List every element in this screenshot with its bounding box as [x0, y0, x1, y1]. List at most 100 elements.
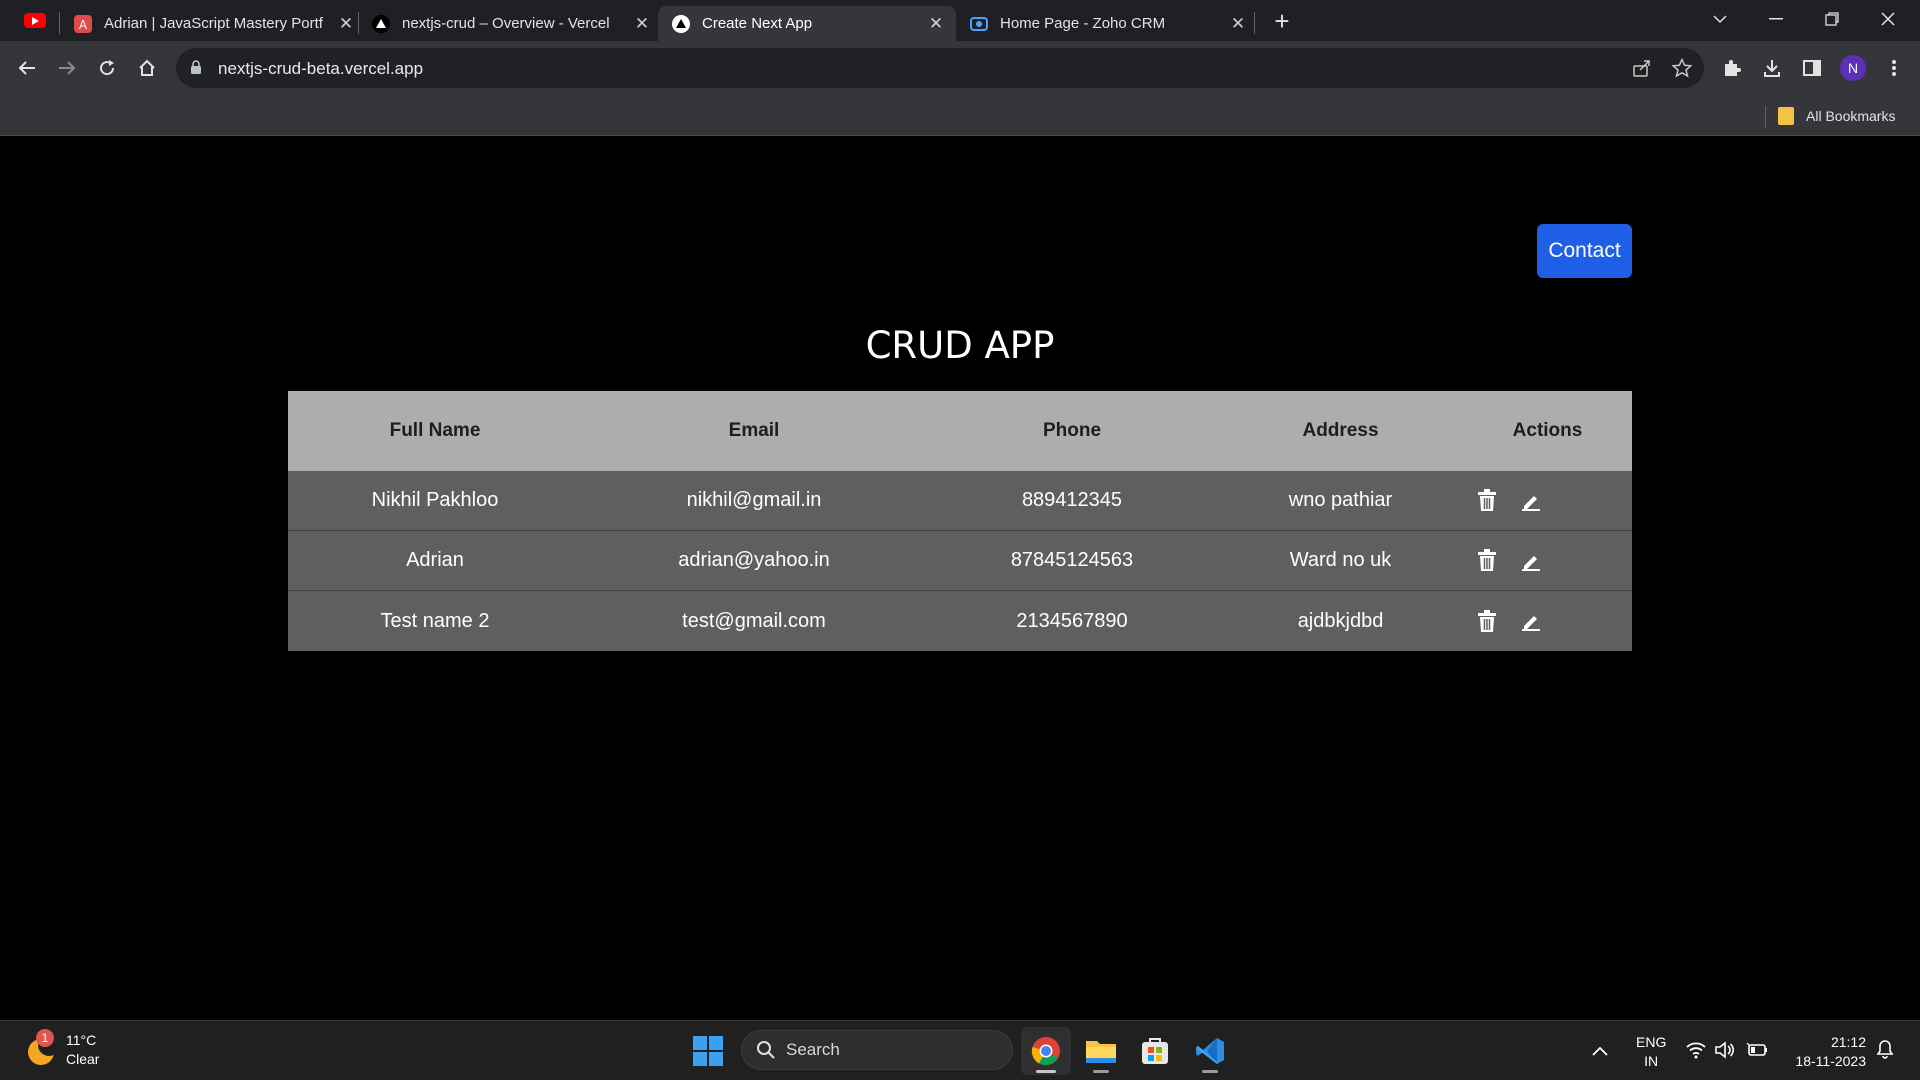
close-tab-icon[interactable]: ✕	[1228, 14, 1248, 34]
tab-separator	[358, 12, 359, 34]
more-menu-icon[interactable]	[1880, 54, 1908, 82]
close-tab-icon[interactable]: ✕	[336, 14, 356, 34]
minimize-button[interactable]	[1748, 0, 1804, 38]
weather-condition: Clear	[66, 1051, 100, 1067]
weather-temp: 11°C	[66, 1032, 97, 1048]
profile-avatar[interactable]: N	[1840, 55, 1866, 81]
share-icon[interactable]	[1632, 58, 1652, 78]
windows-taskbar: 1 11°C Clear Search ENG IN 21:12 18-11-2…	[0, 1020, 1920, 1080]
taskbar-vscode[interactable]	[1185, 1027, 1235, 1075]
delete-trash-icon[interactable]	[1474, 488, 1500, 514]
download-icon[interactable]	[1758, 54, 1786, 82]
header-actions: Actions	[1512, 420, 1583, 441]
cell-full-name: Test name 2	[380, 609, 490, 632]
home-button[interactable]	[132, 53, 162, 83]
taskbar-search[interactable]: Search	[741, 1030, 1013, 1070]
system-clock[interactable]: 21:12 18-11-2023	[1782, 1033, 1866, 1071]
folder-icon	[1086, 1041, 1116, 1063]
running-indicator	[1036, 1070, 1056, 1073]
tab-adrian-portfolio[interactable]: A Adrian | JavaScript Mastery Portf ✕	[74, 6, 356, 41]
edit-pencil-icon[interactable]	[1518, 488, 1544, 514]
windows-start-icon[interactable]	[693, 1036, 723, 1066]
chrome-icon	[1031, 1037, 1060, 1066]
clock-time: 21:12	[1830, 1034, 1866, 1050]
search-icon	[756, 1040, 776, 1060]
battery-icon[interactable]	[1746, 1042, 1768, 1063]
delete-trash-icon[interactable]	[1474, 608, 1500, 634]
store-icon	[1142, 1038, 1168, 1064]
side-panel-icon[interactable]	[1798, 54, 1826, 82]
edit-pencil-icon[interactable]	[1518, 548, 1544, 574]
all-bookmarks-button[interactable]: All Bookmarks	[1778, 104, 1895, 128]
header-full-name: Full Name	[389, 420, 481, 441]
header-phone: Phone	[1042, 420, 1102, 441]
cell-address: wno pathiar	[1288, 489, 1393, 511]
vscode-icon	[1196, 1038, 1224, 1064]
wifi-icon[interactable]	[1686, 1041, 1706, 1064]
all-bookmarks-label: All Bookmarks	[1806, 108, 1896, 124]
tab-title: Adrian | JavaScript Mastery Portf	[104, 15, 323, 32]
new-tab-button[interactable]: +	[1270, 6, 1294, 36]
cell-email: nikhil@gmail.in	[686, 489, 822, 511]
lang-line1: ENG	[1636, 1034, 1667, 1050]
lock-icon[interactable]	[190, 60, 202, 80]
cell-full-name: Adrian	[406, 549, 464, 571]
tab-create-next-app[interactable]: Create Next App ✕	[658, 6, 956, 41]
weather-widget[interactable]: 1 11°C Clear	[24, 1029, 100, 1069]
tab-vercel-overview[interactable]: nextjs-crud – Overview - Vercel ✕	[372, 6, 652, 41]
vercel-triangle-icon	[672, 14, 690, 33]
tab-title: Home Page - Zoho CRM	[1000, 15, 1166, 32]
browser-toolbar: nextjs-crud-beta.vercel.app N	[0, 41, 1920, 96]
vercel-triangle-icon	[372, 14, 390, 33]
restore-button[interactable]	[1804, 0, 1860, 38]
tab-zoho-crm[interactable]: Home Page - Zoho CRM ✕	[970, 6, 1248, 41]
back-button[interactable]	[12, 53, 42, 83]
cell-phone: 2134567890	[1016, 609, 1128, 632]
tab-search-chevron-icon[interactable]	[1692, 0, 1748, 38]
svg-text:A: A	[79, 18, 88, 32]
delete-trash-icon[interactable]	[1474, 548, 1500, 574]
youtube-icon[interactable]	[24, 13, 46, 28]
tab-strip: A Adrian | JavaScript Mastery Portf ✕ ne…	[0, 0, 1920, 41]
search-label: Search	[786, 1040, 840, 1059]
table-row: Nikhil Pakhloo nikhil@gmail.in 889412345…	[288, 471, 1632, 531]
volume-icon[interactable]	[1714, 1041, 1735, 1064]
contact-button[interactable]: Contact	[1537, 224, 1632, 278]
taskbar-store[interactable]	[1130, 1027, 1180, 1075]
url-text[interactable]: nextjs-crud-beta.vercel.app	[218, 59, 423, 79]
table-header: Full Name Email Phone Address Actions	[288, 391, 1632, 471]
edit-pencil-icon[interactable]	[1518, 608, 1544, 634]
language-indicator[interactable]: ENG IN	[1636, 1033, 1666, 1071]
cell-phone: 87845124563	[1010, 549, 1134, 571]
close-window-button[interactable]	[1860, 0, 1916, 38]
cell-email: adrian@yahoo.in	[678, 549, 830, 571]
taskbar-chrome[interactable]	[1021, 1027, 1071, 1075]
address-bar[interactable]: nextjs-crud-beta.vercel.app	[176, 48, 1704, 88]
close-tab-icon[interactable]: ✕	[926, 14, 946, 34]
close-tab-icon[interactable]: ✕	[632, 14, 652, 34]
table-row: Adrian adrian@yahoo.in 87845124563 Ward …	[288, 531, 1632, 591]
show-hidden-icons-chevron-icon[interactable]	[1592, 1043, 1608, 1061]
running-indicator	[1202, 1070, 1218, 1073]
cell-actions	[1463, 608, 1632, 634]
bookmark-star-icon[interactable]	[1671, 57, 1693, 78]
portfolio-favicon-icon: A	[74, 14, 92, 33]
header-email: Email	[728, 420, 780, 441]
taskbar-file-explorer[interactable]	[1076, 1027, 1126, 1075]
reload-button[interactable]	[92, 53, 122, 83]
running-indicator	[1093, 1070, 1109, 1073]
bookmarks-separator	[1765, 106, 1766, 128]
extensions-puzzle-icon[interactable]	[1718, 54, 1746, 82]
header-address: Address	[1302, 420, 1379, 441]
forward-button[interactable]	[52, 53, 82, 83]
bookmarks-bar: All Bookmarks	[0, 96, 1920, 136]
cell-full-name: Nikhil Pakhloo	[371, 489, 499, 511]
table-row: Test name 2 test@gmail.com 2134567890 aj…	[288, 591, 1632, 651]
tab-separator	[1254, 12, 1255, 34]
tab-title: nextjs-crud – Overview - Vercel	[402, 15, 610, 32]
lang-line2: IN	[1644, 1053, 1659, 1069]
cell-address: Ward no uk	[1289, 549, 1392, 571]
page-content: Contact CRUD APP Full Name Email Phone A…	[0, 136, 1920, 1020]
notification-bell-icon[interactable]	[1876, 1039, 1894, 1064]
cell-phone: 889412345	[1021, 489, 1123, 511]
